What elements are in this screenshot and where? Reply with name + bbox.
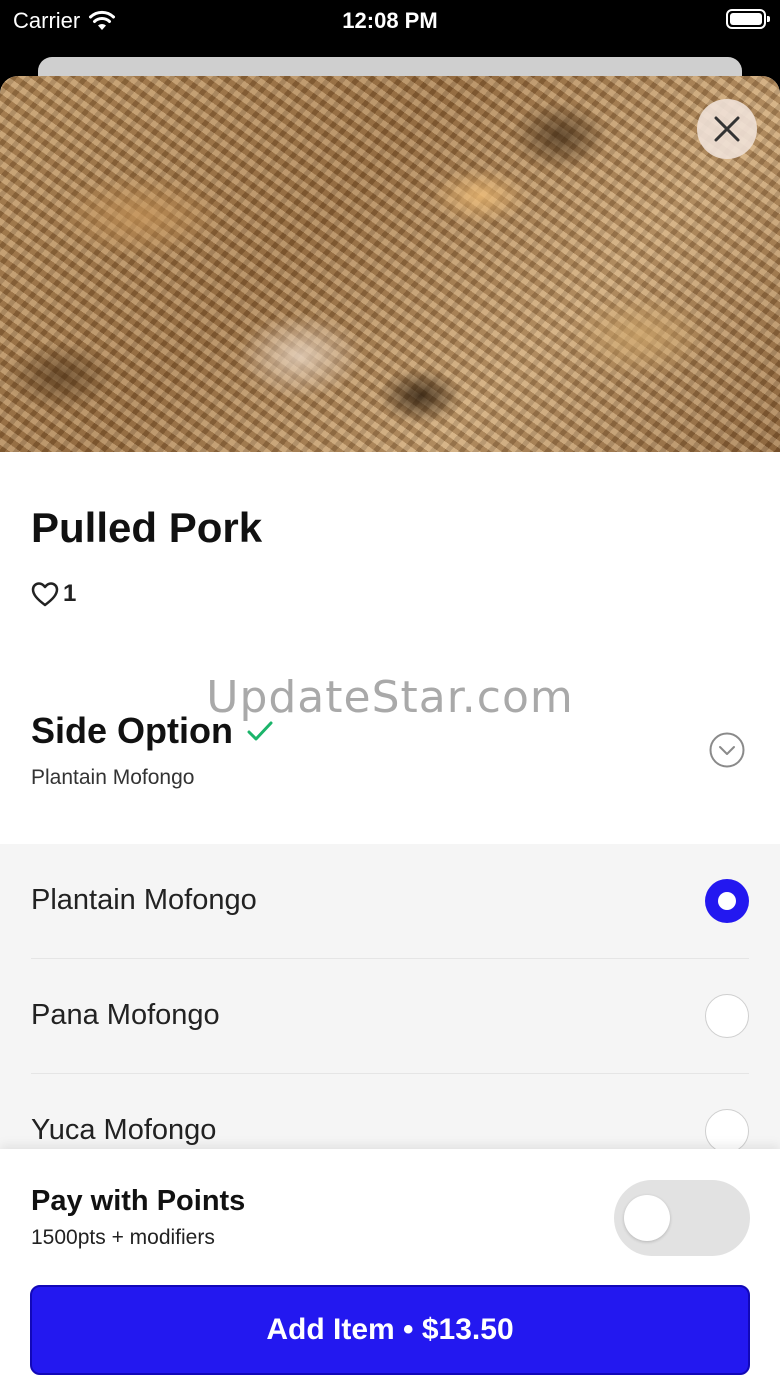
footer-bar: Pay with Points 1500pts + modifiers Add … <box>0 1149 780 1387</box>
heart-icon <box>31 582 59 607</box>
like-count: 1 <box>63 580 77 607</box>
checkmark-icon <box>247 721 273 741</box>
battery-icon <box>726 9 770 29</box>
option-label: Yuca Mofongo <box>31 1114 217 1146</box>
item-title: Pulled Pork <box>31 504 263 551</box>
status-time: 12:08 PM <box>342 8 438 33</box>
screen: Carrier 12:08 PM Pulled Pork 1 UpdateSta… <box>0 0 780 1387</box>
add-item-button[interactable]: Add Item • $13.50 <box>30 1285 750 1375</box>
pay-with-points-title: Pay with Points <box>31 1185 246 1217</box>
side-option-selected: Plantain Mofongo <box>31 766 195 789</box>
radio-button[interactable] <box>705 994 749 1038</box>
pay-with-points-subtitle: 1500pts + modifiers <box>31 1226 215 1249</box>
side-option-header[interactable]: Side Option <box>31 710 273 752</box>
side-option-list: Plantain Mofongo Pana Mofongo Yuca Mofon… <box>0 844 780 1189</box>
item-photo <box>0 76 780 452</box>
close-button[interactable] <box>697 99 757 159</box>
option-label: Plantain Mofongo <box>31 884 257 916</box>
option-label: Pana Mofongo <box>31 999 220 1031</box>
close-icon <box>714 116 740 142</box>
item-sheet: Pulled Pork 1 UpdateStar.com Side Option… <box>0 76 780 1387</box>
chevron-down-icon[interactable] <box>709 732 745 768</box>
option-pana-mofongo[interactable]: Pana Mofongo <box>31 959 749 1074</box>
toggle-knob <box>624 1195 670 1241</box>
status-bar: Carrier 12:08 PM <box>0 0 780 40</box>
radio-button-selected[interactable] <box>705 879 749 923</box>
option-plantain-mofongo[interactable]: Plantain Mofongo <box>31 844 749 959</box>
like-control[interactable]: 1 <box>31 580 76 608</box>
pay-with-points-toggle[interactable] <box>614 1180 750 1256</box>
side-option-title: Side Option <box>31 710 233 751</box>
radio-button[interactable] <box>705 1109 749 1153</box>
